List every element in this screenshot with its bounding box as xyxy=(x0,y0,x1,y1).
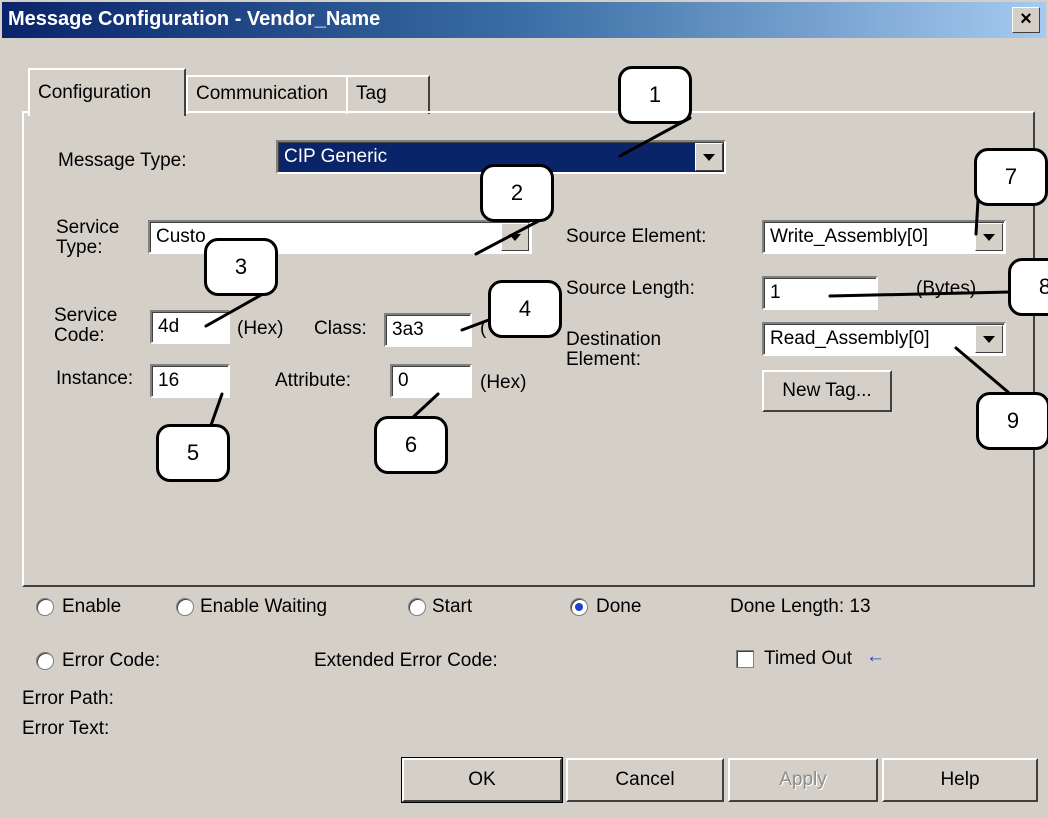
arrow-left-icon: ← xyxy=(866,646,885,667)
help-button[interactable]: Help xyxy=(882,758,1038,802)
attribute-label: Attribute: xyxy=(275,370,352,391)
source-length-label: Source Length: xyxy=(566,278,695,299)
tab-configuration-label: Configuration xyxy=(38,82,152,103)
destination-element-select[interactable]: Read_Assembly[0] xyxy=(762,322,1006,356)
service-type-value: Custo xyxy=(156,226,206,247)
enable-radio xyxy=(36,598,54,616)
attribute-hex-label: (Hex) xyxy=(480,372,527,393)
callout-4: 4 xyxy=(488,280,562,338)
start-radio xyxy=(408,598,426,616)
cancel-button[interactable]: Cancel xyxy=(566,758,724,802)
done-label: Done xyxy=(596,596,642,617)
message-type-label: Message Type: xyxy=(58,150,187,171)
destination-element-value: Read_Assembly[0] xyxy=(770,328,930,349)
enable-waiting-radio xyxy=(176,598,194,616)
ok-button[interactable]: OK xyxy=(401,757,563,803)
done-length-label: Done Length: 13 xyxy=(730,596,871,617)
service-code-input[interactable]: 4d xyxy=(150,310,230,344)
service-type-label: Service Type: xyxy=(56,217,120,258)
new-tag-button[interactable]: New Tag... xyxy=(762,370,892,412)
error-code-label: Error Code: xyxy=(62,650,161,671)
chevron-down-icon[interactable] xyxy=(695,143,723,171)
tab-tag[interactable]: Tag xyxy=(346,75,430,114)
callout-7: 7 xyxy=(974,148,1048,206)
callout-5: 5 xyxy=(156,424,230,482)
callout-9: 9 xyxy=(976,392,1048,450)
source-length-spinner[interactable]: 1 xyxy=(762,276,878,310)
done-radio xyxy=(570,598,588,616)
dialog-window: Message Configuration - Vendor_Name × Co… xyxy=(0,0,1048,818)
window-title: Message Configuration - Vendor_Name xyxy=(8,8,381,30)
source-element-value: Write_Assembly[0] xyxy=(770,226,929,247)
error-text-label: Error Text: xyxy=(22,718,110,739)
callout-1: 1 xyxy=(618,66,692,124)
class-label: Class: xyxy=(314,318,367,339)
class-value: 3a3 xyxy=(392,319,424,340)
tab-communication-label: Communication xyxy=(196,83,328,104)
title-bar: Message Configuration - Vendor_Name × xyxy=(2,2,1046,38)
message-type-value: CIP Generic xyxy=(284,146,388,167)
callout-3: 3 xyxy=(204,238,278,296)
instance-label: Instance: xyxy=(56,368,134,389)
timed-out-checkbox[interactable] xyxy=(736,650,754,668)
class-hex-label: ( xyxy=(480,318,487,339)
callout-2: 2 xyxy=(480,164,554,222)
chevron-down-icon[interactable] xyxy=(975,325,1003,353)
error-code-radio xyxy=(36,652,54,670)
callout-8: 8 xyxy=(1008,258,1048,316)
source-element-label: Source Element: xyxy=(566,226,707,247)
service-code-label: Service Code: xyxy=(54,305,118,346)
apply-button[interactable]: Apply xyxy=(728,758,878,802)
chevron-down-icon[interactable] xyxy=(975,223,1003,251)
enable-waiting-label: Enable Waiting xyxy=(200,596,328,617)
attribute-input[interactable]: 0 xyxy=(390,364,472,398)
source-length-value: 1 xyxy=(770,282,781,303)
callout-6: 6 xyxy=(374,416,448,474)
close-button[interactable]: × xyxy=(1012,7,1040,33)
tab-tag-label: Tag xyxy=(356,83,387,104)
chevron-down-icon[interactable] xyxy=(501,223,529,251)
class-input[interactable]: 3a3 xyxy=(384,313,472,347)
bytes-label: (Bytes) xyxy=(916,278,977,299)
tab-communication[interactable]: Communication xyxy=(186,75,348,114)
instance-value: 16 xyxy=(158,370,180,391)
instance-input[interactable]: 16 xyxy=(150,364,230,398)
attribute-value: 0 xyxy=(398,370,409,391)
error-path-label: Error Path: xyxy=(22,688,114,709)
enable-label: Enable xyxy=(62,596,122,617)
timed-out-label: Timed Out xyxy=(764,648,852,669)
start-label: Start xyxy=(432,596,473,617)
source-element-select[interactable]: Write_Assembly[0] xyxy=(762,220,1006,254)
tab-configuration[interactable]: Configuration xyxy=(28,68,186,116)
service-code-hex-label: (Hex) xyxy=(237,318,284,339)
service-code-value: 4d xyxy=(158,316,180,337)
destination-element-label: Destination Element: xyxy=(566,329,662,370)
extended-error-code-label: Extended Error Code: xyxy=(314,650,498,671)
